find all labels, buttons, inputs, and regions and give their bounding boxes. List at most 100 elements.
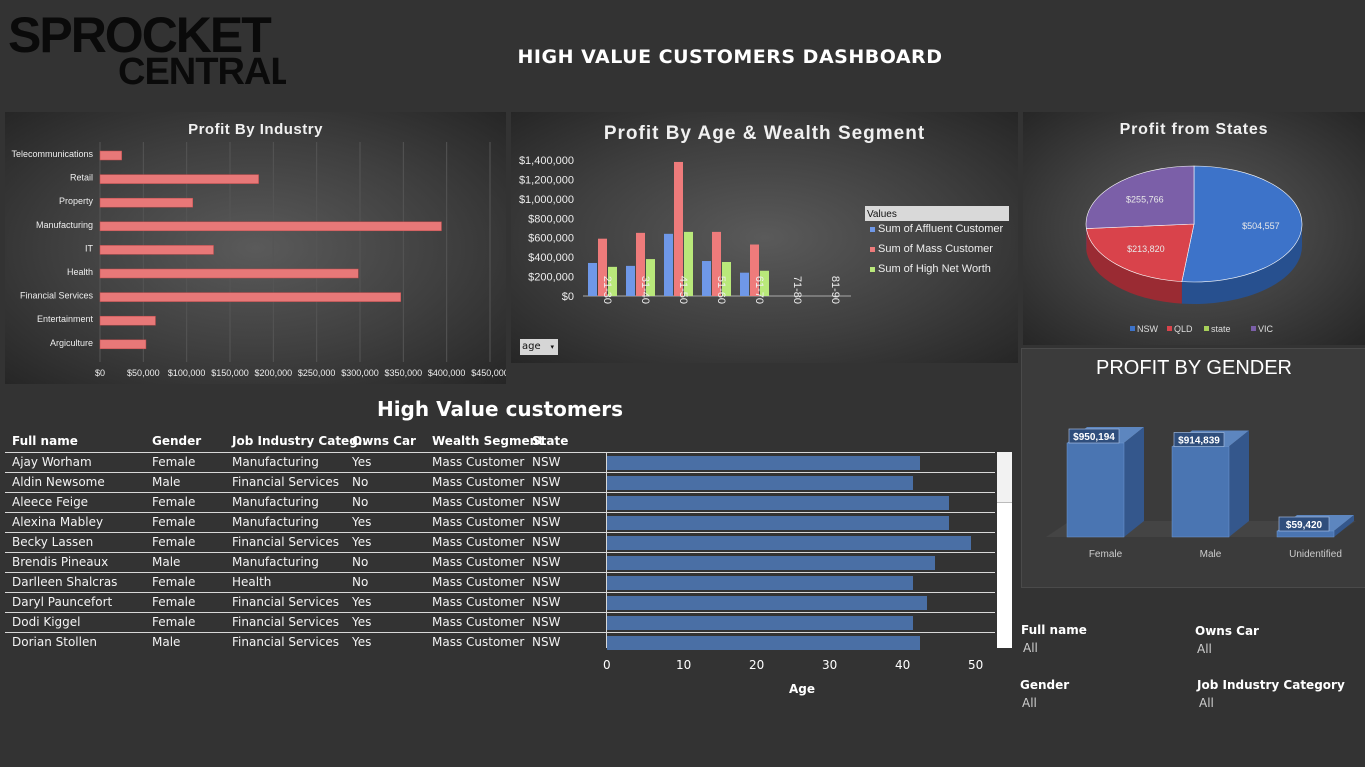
- age-y-tick: $800,000: [528, 213, 574, 225]
- industry-bar[interactable]: [99, 150, 122, 161]
- age-bar[interactable]: [626, 265, 635, 296]
- industry-bar[interactable]: [99, 221, 442, 232]
- table-row[interactable]: Aldin Newsome Male Financial Services No Mas…: [5, 472, 995, 493]
- industry-bar[interactable]: [99, 339, 147, 350]
- cell-state: NSW: [532, 555, 561, 569]
- age-bar[interactable]: [607, 496, 950, 510]
- age-bar[interactable]: [607, 636, 920, 650]
- pie-data-label: $213,820: [1127, 244, 1165, 254]
- age-filter-button[interactable]: age ▾: [520, 339, 558, 355]
- pie-data-label: $504,557: [1242, 221, 1280, 231]
- table-row[interactable]: Dodi Kiggel Female Financial Services Yes Ma…: [5, 612, 995, 633]
- age-bar[interactable]: [607, 456, 920, 470]
- filter-full-name-value[interactable]: All: [1023, 641, 1038, 655]
- table-row[interactable]: Becky Lassen Female Financial Services Yes M…: [5, 532, 995, 553]
- header-wealth-segment[interactable]: Wealth Segment: [432, 434, 544, 452]
- pie-legend-entry: NSW: [1137, 324, 1159, 334]
- age-bar[interactable]: [607, 596, 928, 610]
- industry-x-tick: $250,000: [298, 368, 336, 378]
- age-bar[interactable]: [607, 616, 913, 630]
- legend-title: Values: [867, 209, 897, 220]
- table-row[interactable]: Alexina Mabley Female Manufacturing Yes Mass…: [5, 512, 995, 533]
- age-bar[interactable]: [664, 233, 673, 296]
- gender-bar[interactable]: [1171, 446, 1230, 538]
- header-owns-car[interactable]: Owns Car: [352, 434, 416, 452]
- cell-gender: Male: [152, 475, 181, 489]
- table-row[interactable]: Dorian Stollen Male Financial Services Yes M…: [5, 632, 995, 653]
- table-row[interactable]: Ajay Worham Female Manufacturing Yes Mass Cu…: [5, 452, 995, 473]
- table-row[interactable]: Darlleen Shalcras Female Health No Mass Cust…: [5, 572, 995, 593]
- cell-gender: Female: [152, 455, 196, 469]
- industry-category-label: Financial Services: [20, 291, 94, 301]
- header-full-name[interactable]: Full name: [12, 434, 78, 452]
- age-y-tick: $600,000: [528, 233, 574, 245]
- industry-bar[interactable]: [99, 292, 401, 302]
- cell-segment: Mass Customer: [432, 555, 525, 569]
- age-axis-tick: 30: [822, 658, 838, 672]
- age-bar[interactable]: [607, 516, 950, 530]
- cell-name: Ajay Worham: [12, 455, 92, 469]
- age-filter-label: age: [522, 341, 541, 352]
- table-row[interactable]: Aleece Feige Female Manufacturing No Mass Cu…: [5, 492, 995, 513]
- profit-by-age-panel[interactable]: Profit By Age & Wealth Segment $1,400,00…: [511, 112, 1018, 363]
- cell-industry: Financial Services: [232, 535, 339, 549]
- filter-job-industry-label: Job Industry Category: [1197, 678, 1345, 692]
- industry-category-label: Property: [59, 196, 94, 206]
- filter-job-industry-value[interactable]: All: [1199, 696, 1214, 710]
- table-row[interactable]: Daryl Pauncefort Female Financial Services…: [5, 592, 995, 613]
- cell-car: No: [352, 495, 369, 509]
- cell-state: NSW: [532, 535, 561, 549]
- legend-entry: Sum of Mass Customer: [878, 243, 993, 255]
- filter-owns-car-label: Owns Car: [1195, 624, 1259, 638]
- cell-name: Alexina Mabley: [12, 515, 104, 529]
- filter-gender-value[interactable]: All: [1022, 696, 1037, 710]
- age-bar[interactable]: [607, 576, 913, 590]
- dropdown-arrow-icon: ▾: [550, 343, 554, 351]
- industry-bar-chart: $0 $50,000 $100,000 $150,000 $200,000 $250,00…: [11, 142, 506, 378]
- cell-name: Dorian Stollen: [12, 635, 97, 649]
- profit-from-states-panel[interactable]: Profit from States $504,557 $213,820 $255,…: [1023, 112, 1365, 345]
- customers-table: Full name Gender Job Industry Categ.. Ow…: [5, 434, 1013, 704]
- pie-legend-swatch: [1167, 326, 1172, 331]
- profit-by-gender-panel[interactable]: PROFIT BY GENDER $950,194 Female $914,839 M…: [1021, 348, 1365, 588]
- industry-bar[interactable]: [99, 315, 156, 326]
- age-bar[interactable]: [607, 476, 913, 490]
- pie-legend-swatch: [1204, 326, 1209, 331]
- legend-entry: Sum of High Net Worth: [878, 263, 991, 275]
- industry-bar[interactable]: [99, 197, 193, 208]
- header-gender[interactable]: Gender: [152, 434, 201, 452]
- age-bar[interactable]: [607, 536, 971, 550]
- industry-x-tick: $300,000: [341, 368, 379, 378]
- cell-segment: Mass Customer: [432, 455, 525, 469]
- age-bar[interactable]: [702, 261, 711, 296]
- industry-x-tick: $200,000: [255, 368, 293, 378]
- pie-legend-entry: QLD: [1174, 324, 1193, 334]
- cell-industry: Financial Services: [232, 615, 339, 629]
- age-y-tick: $0: [562, 291, 574, 303]
- age-bar[interactable]: [740, 272, 749, 296]
- header-job-industry[interactable]: Job Industry Categ..: [232, 434, 367, 452]
- age-bar[interactable]: [607, 556, 935, 570]
- cell-segment: Mass Customer: [432, 475, 525, 489]
- table-row[interactable]: Brendis Pineaux Male Manufacturing No Mass C…: [5, 552, 995, 573]
- industry-bar[interactable]: [99, 174, 259, 184]
- industry-bar[interactable]: [99, 245, 214, 255]
- gender-bar-side: [1229, 430, 1249, 537]
- industry-bar[interactable]: [99, 268, 359, 279]
- cell-car: Yes: [352, 615, 372, 629]
- age-bar[interactable]: [588, 262, 597, 296]
- age-y-tick: $200,000: [528, 272, 574, 284]
- profit-by-industry-panel[interactable]: Profit By Industry $0 $50,000 $100,000 $150…: [5, 112, 506, 384]
- dashboard-title: HIGH VALUE CUSTOMERS DASHBOARD: [517, 46, 943, 68]
- cell-industry: Financial Services: [232, 595, 339, 609]
- gender-bar[interactable]: [1066, 442, 1125, 538]
- gender-bar[interactable]: [1276, 530, 1335, 538]
- header-state[interactable]: State: [532, 434, 568, 452]
- cell-industry: Financial Services: [232, 475, 339, 489]
- age-y-tick: $1,200,000: [519, 174, 574, 186]
- age-axis-tick: 40: [895, 658, 911, 672]
- table-scrollbar-thumb[interactable]: [997, 452, 1012, 503]
- age-axis-tick: 0: [603, 658, 611, 672]
- filter-owns-car-value[interactable]: All: [1197, 642, 1212, 656]
- industry-category-label: Retail: [70, 173, 93, 183]
